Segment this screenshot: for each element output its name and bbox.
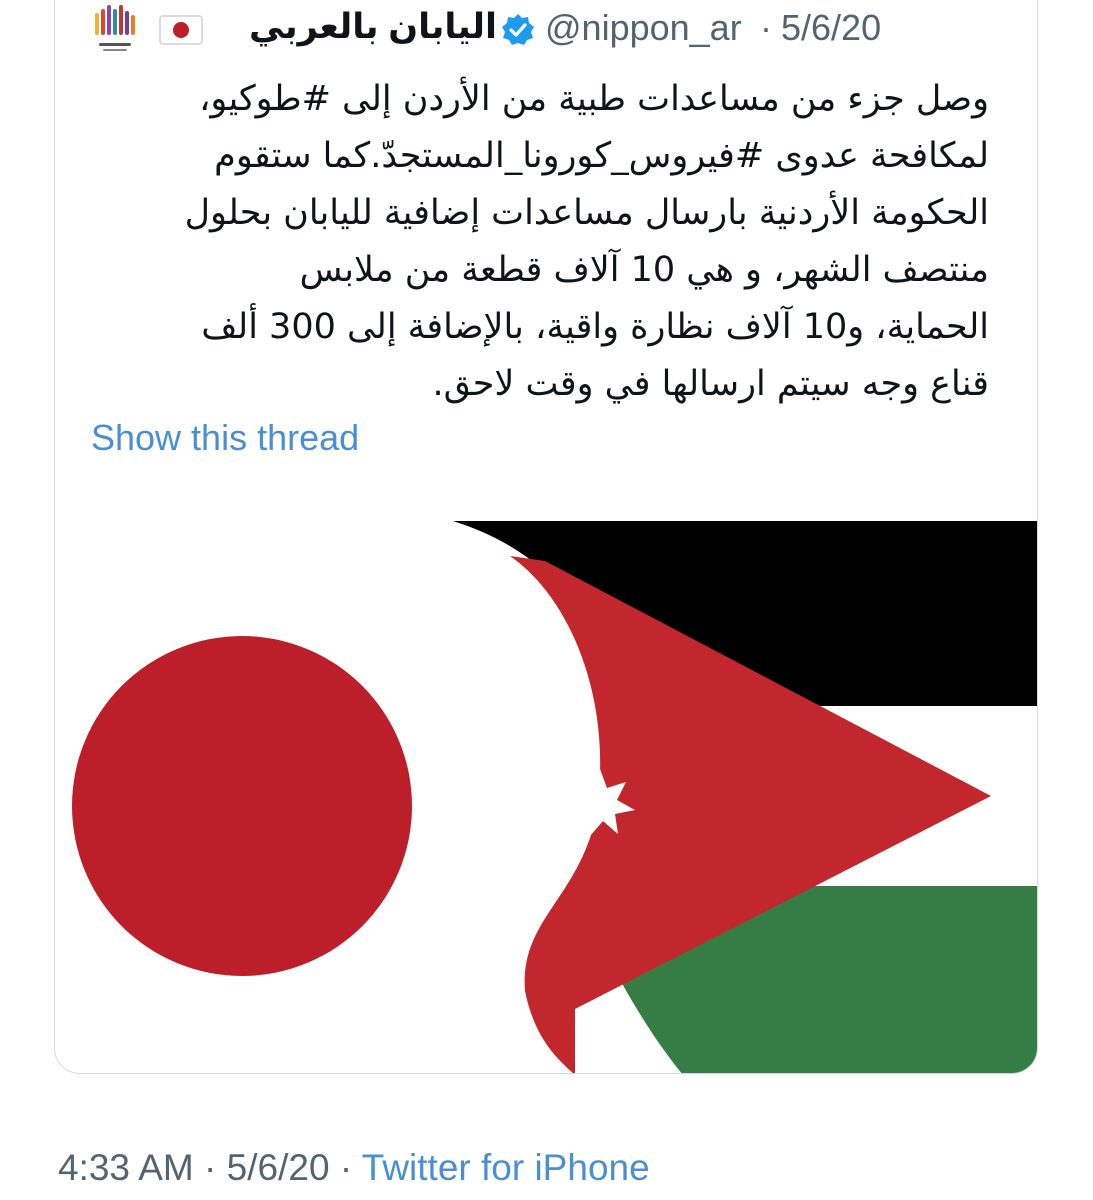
- tweet-text: وصل جزء من مساعدات طبية من الأردن إلى #ط…: [89, 71, 989, 413]
- show-thread-link[interactable]: Show this thread: [91, 417, 359, 459]
- japan-flag-icon: [159, 15, 203, 45]
- tweet-text-line: لمكافحة عدوى #فيروس_كورونا_المستجدّ.كما …: [214, 136, 989, 176]
- header-separator: ·: [760, 7, 772, 48]
- quoted-tweet-card[interactable]: اليابان بالعربي @nippon_ar · 5/6/20 وصل …: [54, 0, 1038, 1074]
- footer-separator: ·: [339, 1147, 353, 1188]
- footer-time[interactable]: 4:33 AM: [58, 1147, 194, 1188]
- author-handle[interactable]: @nippon_ar: [545, 7, 742, 49]
- footer-separator: ·: [204, 1147, 217, 1188]
- footer-date[interactable]: 5/6/20: [227, 1147, 330, 1188]
- tweet-source-link[interactable]: Twitter for iPhone: [362, 1147, 650, 1188]
- japan-red-circle: [72, 636, 412, 976]
- japan-jordan-flags-image[interactable]: [55, 521, 1038, 1074]
- tweet-footer-meta: 4:33 AM · 5/6/20 · Twitter for iPhone: [58, 1147, 650, 1189]
- tweet-text-line: منتصف الشهر، و هي 10 آلاف قطعة من ملابس: [299, 250, 989, 290]
- tweet-date[interactable]: 5/6/20: [781, 7, 881, 49]
- tweet-text-line: وصل جزء من مساعدات طبية من الأردن إلى #ط…: [199, 79, 989, 119]
- tweet-text-line: الحكومة الأردنية بارسال مساعدات إضافية ل…: [184, 193, 989, 233]
- tweet-header: اليابان بالعربي @nippon_ar · 5/6/20: [55, 1, 1037, 71]
- author-display-name[interactable]: اليابان بالعربي: [249, 7, 497, 47]
- tweet-text-line: الحماية، و10 آلاف نظارة واقية، بالإضافة …: [201, 307, 989, 347]
- tweet-text-line: قناع وجه سيتم ارسالها في وقت لاحق.: [432, 364, 989, 404]
- nippon-ar-logo-icon[interactable]: [93, 3, 137, 55]
- verified-badge-icon: [502, 14, 534, 45]
